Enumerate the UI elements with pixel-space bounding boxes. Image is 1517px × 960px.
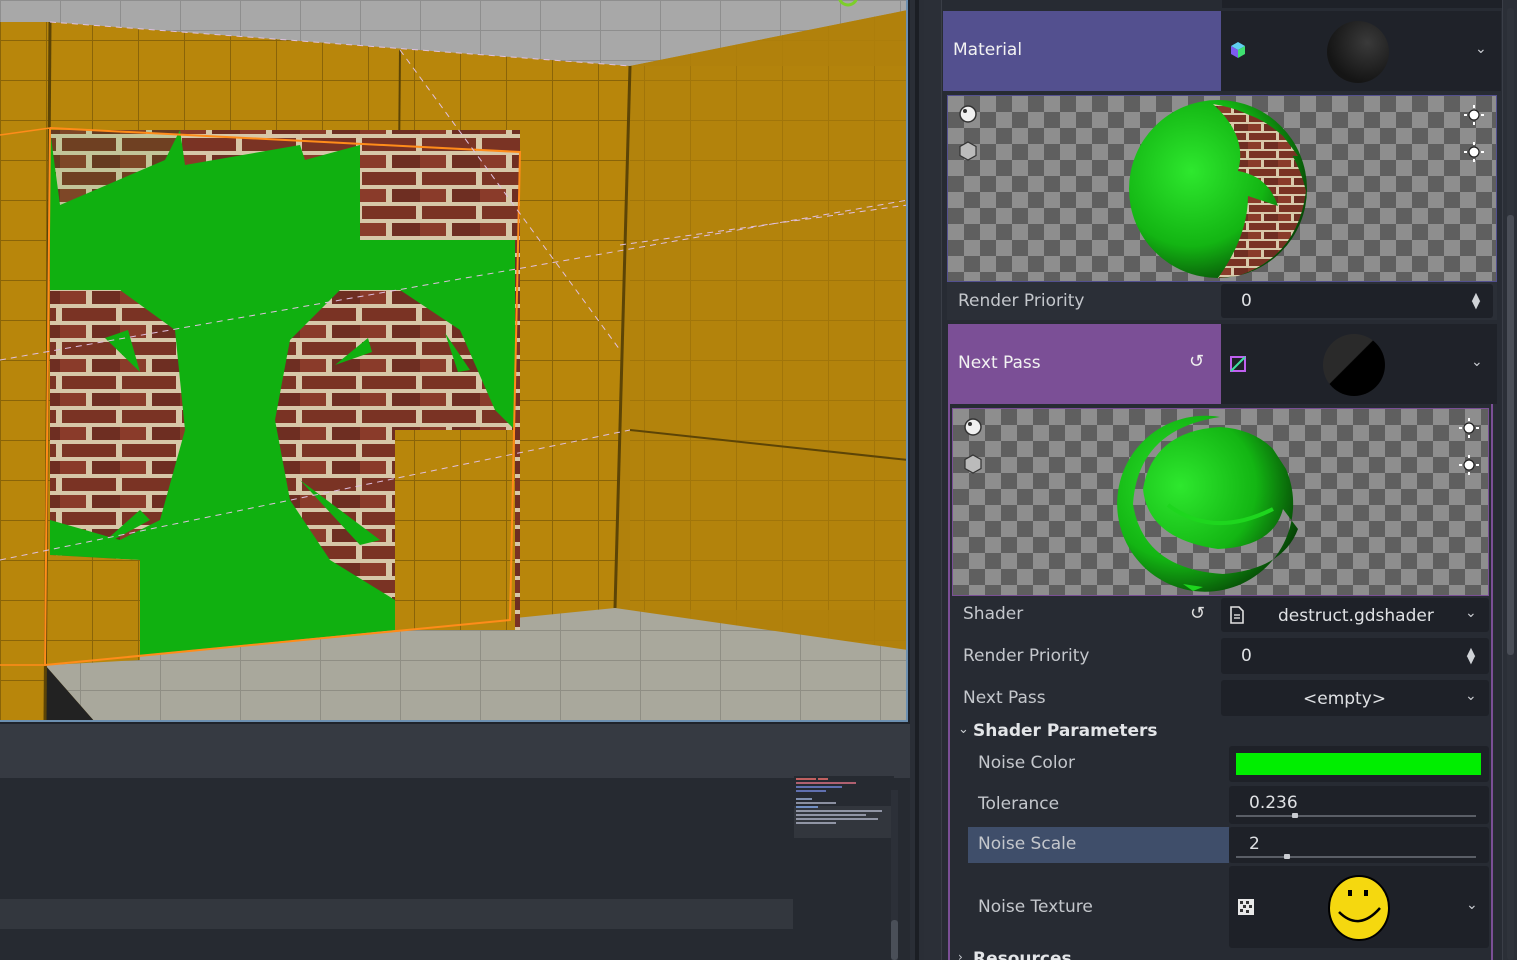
- noise-texture-label: Noise Texture: [978, 897, 1093, 917]
- previous-field-box: [1222, 0, 1502, 8]
- noise-scale-value: 2: [1249, 834, 1260, 854]
- noise-color-row: Noise Color: [968, 746, 1489, 784]
- next-pass-resource-picker[interactable]: ⌄: [1221, 324, 1497, 404]
- spin-arrows-icon[interactable]: ▲ ▼: [1465, 646, 1477, 665]
- material-render-priority-spinbox[interactable]: 0 ▲ ▼: [1221, 284, 1493, 318]
- shader-value: destruct.gdshader: [1278, 606, 1434, 626]
- noise-texture-icon: [1238, 899, 1254, 915]
- next-pass-property-header[interactable]: Next Pass ↺: [948, 324, 1221, 404]
- resources-heading: Resources: [973, 949, 1072, 960]
- noise-texture-row: Noise Texture ⌄: [968, 866, 1489, 948]
- noise-scale-slider-track[interactable]: [1236, 856, 1476, 858]
- light-2-icon[interactable]: [1459, 455, 1479, 475]
- 3d-viewport[interactable]: [0, 0, 908, 722]
- shader-resource-picker[interactable]: destruct.gdshader ⌄: [1221, 598, 1489, 632]
- nested-next-pass-label: Next Pass: [963, 688, 1046, 708]
- next-pass-label: Next Pass: [958, 353, 1041, 373]
- material-label: Material: [953, 40, 1023, 60]
- light-1-icon[interactable]: [1459, 418, 1479, 438]
- revert-icon[interactable]: ↺: [1189, 351, 1204, 372]
- bottom-panel-toolbar: [0, 724, 910, 778]
- nested-next-pass-value: <empty>: [1303, 689, 1387, 709]
- shader-label: Shader: [963, 604, 1024, 624]
- next-pass-preview-sphere: [1117, 415, 1298, 592]
- shader-row: Shader ↺ destruct.gdshader ⌄: [952, 596, 1489, 634]
- noise-scale-slider-grabber[interactable]: [1284, 854, 1290, 859]
- mesh-toggle-icon[interactable]: [963, 454, 983, 474]
- noise-color-picker[interactable]: [1229, 746, 1489, 782]
- nested-next-pass-row: Next Pass <empty> ⌄: [952, 679, 1489, 717]
- material-render-priority-value: 0: [1241, 291, 1252, 311]
- next-pass-thumbnail: [1323, 334, 1385, 396]
- next-pass-render-priority-row: Render Priority 0 ▲ ▼: [952, 637, 1489, 675]
- material-preview[interactable]: [947, 95, 1497, 282]
- shader-parameters-section[interactable]: ⌄ Shader Parameters: [952, 718, 1489, 746]
- material-cube-icon: [1231, 42, 1245, 58]
- light-toggle-icon[interactable]: [958, 104, 978, 124]
- noise-texture-chevron-icon[interactable]: ⌄: [1466, 897, 1478, 913]
- expand-chevron-icon[interactable]: ›: [958, 950, 963, 960]
- nested-next-pass-chevron-icon[interactable]: ⌄: [1465, 688, 1477, 704]
- next-pass-render-priority-value: 0: [1241, 646, 1252, 666]
- next-pass-render-priority-spinbox[interactable]: 0 ▲ ▼: [1221, 638, 1489, 674]
- noise-texture-picker[interactable]: ⌄: [1229, 866, 1489, 948]
- next-pass-render-priority-label: Render Priority: [963, 646, 1090, 666]
- noise-color-swatch: [1236, 753, 1481, 775]
- tolerance-value: 0.236: [1249, 793, 1298, 813]
- viewport-scene[interactable]: [0, 0, 908, 722]
- shader-material-icon: [1230, 356, 1246, 372]
- noise-texture-thumbnail: [1328, 875, 1390, 941]
- current-line-highlight: [0, 899, 793, 929]
- spin-arrows-icon[interactable]: ▲ ▼: [1470, 291, 1482, 310]
- noise-scale-label-highlight[interactable]: Noise Scale: [968, 827, 1229, 863]
- tolerance-slider-track[interactable]: [1236, 815, 1476, 817]
- material-resource-picker[interactable]: ⌄: [1221, 11, 1501, 91]
- tolerance-slider-grabber[interactable]: [1292, 813, 1298, 818]
- nested-next-pass-picker[interactable]: <empty> ⌄: [1221, 680, 1489, 716]
- next-pass-dropdown-chevron-icon[interactable]: ⌄: [1471, 354, 1483, 370]
- shader-file-icon: [1230, 606, 1244, 624]
- material-thumbnail: [1327, 21, 1389, 83]
- material-property-header[interactable]: Material: [943, 11, 1221, 91]
- inspector-panel: Material ⌄ Render Priority 0 ▲ ▼ Next Pa…: [924, 0, 1517, 960]
- tolerance-slider[interactable]: 0.236: [1229, 786, 1489, 824]
- light-1-icon[interactable]: [1464, 105, 1484, 125]
- noise-scale-row: Noise Scale 2: [968, 827, 1489, 863]
- material-dropdown-chevron-icon[interactable]: ⌄: [1475, 41, 1487, 57]
- noise-scale-label: Noise Scale: [978, 834, 1077, 854]
- shader-revert-icon[interactable]: ↺: [1190, 603, 1205, 624]
- next-pass-preview[interactable]: [952, 408, 1489, 596]
- shader-parameters-heading: Shader Parameters: [973, 721, 1158, 741]
- inspector-scrollbar-thumb[interactable]: [1507, 215, 1514, 655]
- code-editor[interactable]: [0, 778, 910, 960]
- material-render-priority-label: Render Priority: [958, 291, 1085, 311]
- material-preview-sphere: [1129, 100, 1307, 278]
- editor-window: Material ⌄ Render Priority 0 ▲ ▼ Next Pa…: [0, 0, 1517, 960]
- noise-color-label: Noise Color: [978, 753, 1075, 773]
- splitter-line: [915, 0, 919, 960]
- shader-dropdown-chevron-icon[interactable]: ⌄: [1465, 605, 1477, 621]
- code-scrollbar-thumb[interactable]: [891, 920, 898, 960]
- material-render-priority-row: Render Priority 0 ▲ ▼: [947, 282, 1497, 320]
- light-toggle-icon[interactable]: [963, 417, 983, 437]
- noise-scale-slider[interactable]: 2: [1229, 827, 1489, 863]
- resources-section[interactable]: › Resources: [952, 948, 1489, 960]
- tolerance-row: Tolerance 0.236: [968, 786, 1489, 824]
- tolerance-label: Tolerance: [978, 794, 1060, 814]
- collapse-chevron-icon[interactable]: ⌄: [958, 722, 969, 737]
- mesh-toggle-icon[interactable]: [958, 141, 978, 161]
- code-minimap[interactable]: [794, 776, 894, 842]
- light-2-icon[interactable]: [1464, 142, 1484, 162]
